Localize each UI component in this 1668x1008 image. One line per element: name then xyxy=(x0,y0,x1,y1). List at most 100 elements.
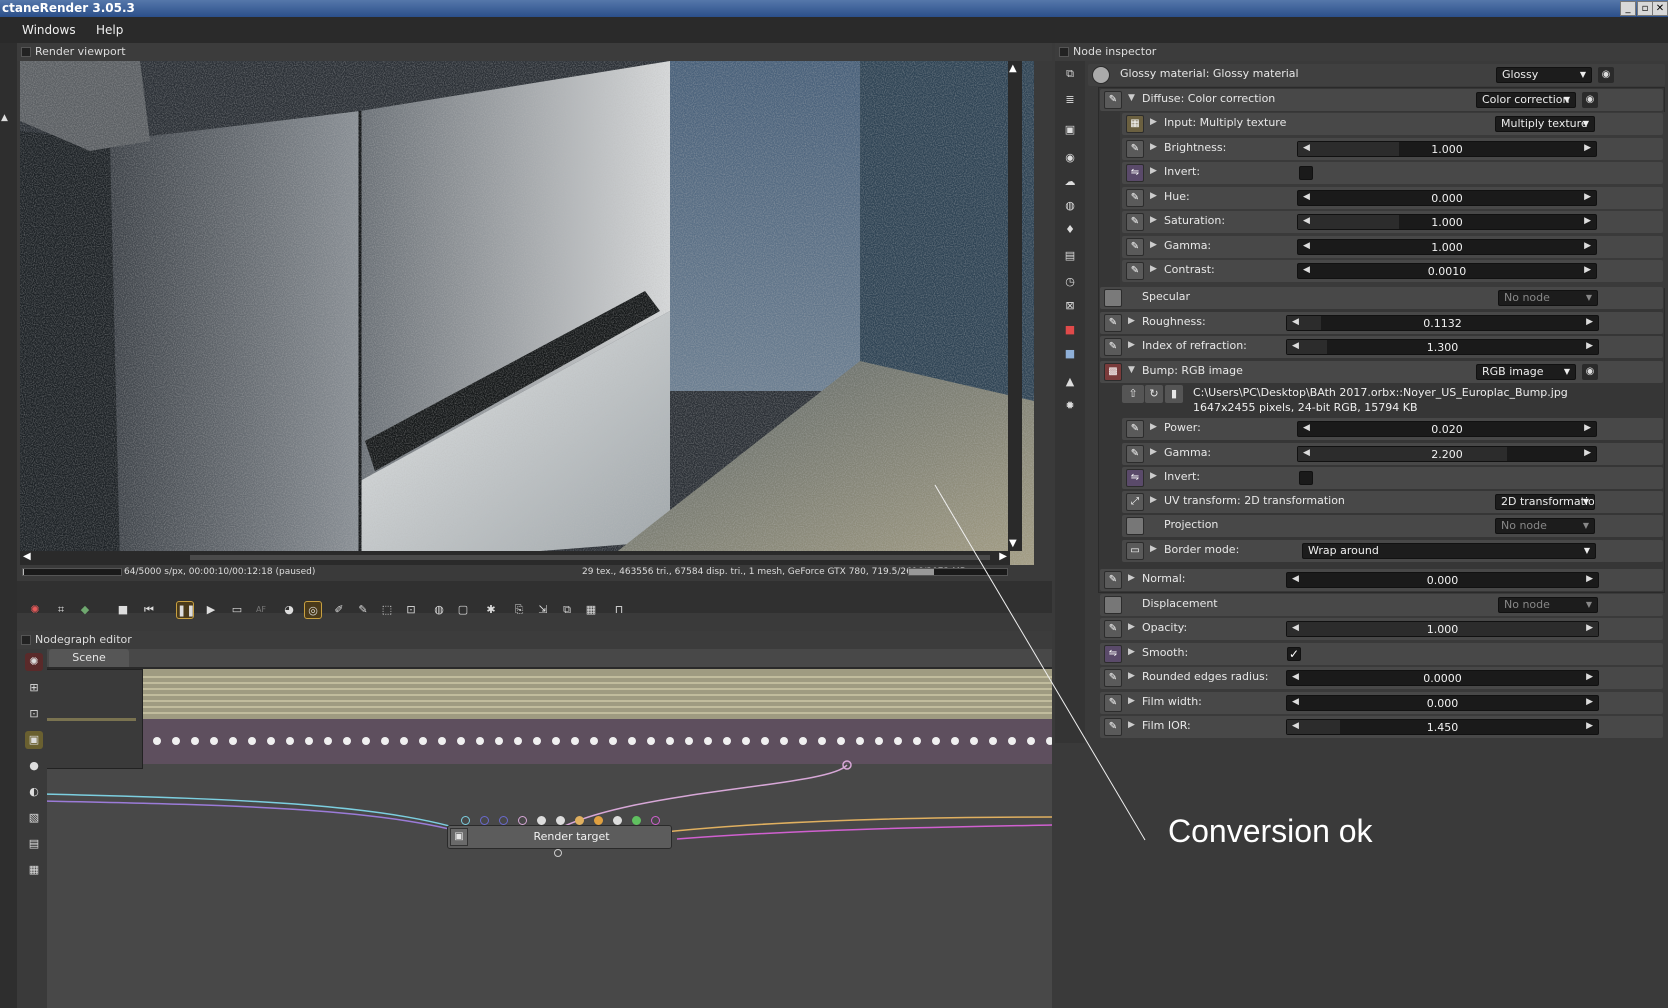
node-pin[interactable] xyxy=(400,737,408,745)
loading-icon[interactable]: ✱ xyxy=(482,601,500,619)
panel-toggle-checkbox[interactable] xyxy=(21,635,31,645)
node-pin[interactable] xyxy=(780,737,788,745)
rewind-icon[interactable]: ⏮ xyxy=(140,601,158,619)
node-pin[interactable] xyxy=(647,737,655,745)
power-slider[interactable]: ◀ 0.020 ▶ xyxy=(1297,421,1597,437)
contrast-row[interactable]: ✎ ▶ Contrast: ◀ 0.0010 ▶ xyxy=(1122,260,1663,282)
menu-help[interactable]: Help xyxy=(96,21,123,39)
texture-icon[interactable]: ◐ xyxy=(25,783,43,801)
expand-icon[interactable]: ▶ xyxy=(1150,142,1157,152)
landscape-icon[interactable]: ▲ xyxy=(1061,373,1079,391)
image-icon[interactable]: ▣ xyxy=(1061,121,1079,139)
invert-row[interactable]: ⇋ ▶ Invert: xyxy=(1122,467,1663,489)
projection-node-dropdown[interactable]: No node ▼ xyxy=(1495,518,1595,534)
node-pin[interactable] xyxy=(913,737,921,745)
displacement-row[interactable]: Displacement No node ▼ xyxy=(1100,594,1663,616)
film-width-row[interactable]: ✎ ▶ Film width: ◀ 0.000 ▶ xyxy=(1100,692,1663,714)
border-mode-row[interactable]: ▭ ▶ Border mode: Wrap around ▼ xyxy=(1122,540,1663,562)
node-pin[interactable] xyxy=(381,737,389,745)
viewport-vertical-scrollbar[interactable]: ▲ ▼ xyxy=(1008,61,1022,551)
collapse-icon[interactable]: ▼ xyxy=(1128,93,1135,103)
bump-type-dropdown[interactable]: RGB image ▼ xyxy=(1476,364,1576,380)
expand-icon[interactable]: ▶ xyxy=(1150,495,1157,505)
color-icon[interactable]: ◕ xyxy=(280,601,298,619)
node-pin[interactable] xyxy=(837,737,845,745)
render-target-input-pin[interactable] xyxy=(613,816,622,825)
render-target-output-pin[interactable] xyxy=(554,849,562,857)
expand-icon[interactable]: ▶ xyxy=(1128,671,1135,681)
rounded-edges-slider[interactable]: ◀ 0.0000 ▶ xyxy=(1286,670,1599,686)
pause-icon[interactable]: ❚❚ xyxy=(176,601,195,619)
node-pin[interactable] xyxy=(514,737,522,745)
globe-icon[interactable]: ◍ xyxy=(1061,197,1079,215)
node-pin[interactable] xyxy=(628,737,636,745)
layers-icon[interactable]: ⧉ xyxy=(558,601,576,619)
expand-icon[interactable]: ▶ xyxy=(1150,240,1157,250)
gamma-slider[interactable]: ◀ 2.200 ▶ xyxy=(1297,445,1597,462)
node-pin[interactable] xyxy=(799,737,807,745)
node-pin[interactable] xyxy=(343,737,351,745)
node-pin[interactable] xyxy=(457,737,465,745)
collapse-icon[interactable]: ▼ xyxy=(1128,365,1135,375)
render-target-input-pin[interactable] xyxy=(518,816,527,825)
panel-toggle-checkbox[interactable] xyxy=(21,47,31,57)
crop-icon[interactable]: ⌗ xyxy=(52,601,70,619)
expand-icon[interactable]: ▶ xyxy=(1150,215,1157,225)
film-width-slider[interactable]: ◀ 0.000 ▶ xyxy=(1286,695,1599,711)
node-pin[interactable] xyxy=(1008,737,1016,745)
input-row[interactable]: ▦ ▶ Input: Multiply texture Multiply tex… xyxy=(1122,113,1663,135)
node-pin[interactable] xyxy=(704,737,712,745)
sun-icon[interactable]: ✹ xyxy=(1061,397,1079,415)
node-pin[interactable] xyxy=(590,737,598,745)
expand-icon[interactable]: ▶ xyxy=(1150,191,1157,201)
expand-icon[interactable]: ▶ xyxy=(1150,447,1157,457)
node-pin[interactable] xyxy=(666,737,674,745)
film-icon[interactable]: ▢ xyxy=(454,601,472,619)
list-icon[interactable]: ≣ xyxy=(1061,91,1079,109)
scene-icon[interactable]: ▣ xyxy=(25,731,43,749)
tab-scene[interactable]: Scene xyxy=(49,649,129,667)
expand-icon[interactable]: ▶ xyxy=(1150,166,1157,176)
scroll-right-icon[interactable]: ▶ xyxy=(999,551,1007,562)
environment-icon[interactable]: ☁ xyxy=(1061,173,1079,191)
eye-icon[interactable]: ◉ xyxy=(1582,92,1598,108)
expand-icon[interactable]: ▶ xyxy=(1128,573,1135,583)
render-target-input-pin[interactable] xyxy=(651,816,660,825)
save-icon[interactable]: ▮ xyxy=(1165,385,1183,403)
brightness-slider[interactable]: ◀ 1.000 ▶ xyxy=(1297,140,1597,157)
node-pin[interactable] xyxy=(571,737,579,745)
scroll-thumb[interactable] xyxy=(190,555,990,560)
node-pin[interactable] xyxy=(305,737,313,745)
layout-icon[interactable]: ⊞ xyxy=(25,679,43,697)
close-button[interactable]: ✕ xyxy=(1652,1,1668,16)
copy-icon[interactable]: ⎘ xyxy=(510,601,528,619)
scroll-up-icon[interactable]: ▲ xyxy=(1009,63,1017,74)
menu-windows[interactable]: Windows xyxy=(22,21,76,39)
eye-icon[interactable]: ◉ xyxy=(1598,67,1614,83)
viewport-horizontal-scrollbar[interactable]: ◀ ▶ xyxy=(20,551,1010,565)
specular-node-dropdown[interactable]: No node ▼ xyxy=(1498,290,1598,306)
invert-checkbox[interactable] xyxy=(1299,471,1313,485)
specular-row[interactable]: Specular No node ▼ xyxy=(1100,287,1663,309)
node-pin[interactable] xyxy=(172,737,180,745)
node-pin[interactable] xyxy=(894,737,902,745)
expand-icon[interactable]: ▶ xyxy=(1128,622,1135,632)
smooth-checkbox[interactable]: ✓ xyxy=(1287,647,1301,661)
grid-icon[interactable]: ⊠ xyxy=(1061,297,1079,315)
blue-cube-icon[interactable]: ■ xyxy=(1061,345,1079,363)
play-icon[interactable]: ▶ xyxy=(202,601,220,619)
group-icon[interactable]: ⊡ xyxy=(25,705,43,723)
expand-icon[interactable]: ▶ xyxy=(1128,316,1135,326)
octane-logo-icon[interactable]: ✺ xyxy=(26,601,44,619)
node-pin[interactable] xyxy=(286,737,294,745)
opacity-row[interactable]: ✎ ▶ Opacity: ◀ 1.000 ▶ xyxy=(1100,618,1663,640)
octane-node-icon[interactable]: ✺ xyxy=(25,653,43,671)
expand-icon[interactable]: ▶ xyxy=(1150,264,1157,274)
expand-icon[interactable]: ▶ xyxy=(1150,117,1157,127)
cube-icon[interactable]: ◆ xyxy=(76,601,94,619)
uv-type-dropdown[interactable]: 2D transformation ▼ xyxy=(1495,494,1595,510)
node-pin[interactable] xyxy=(533,737,541,745)
red-cube-icon[interactable]: ■ xyxy=(1061,321,1079,339)
camera-icon[interactable]: ◉ xyxy=(1061,149,1079,167)
region2-icon[interactable]: ⊡ xyxy=(402,601,420,619)
